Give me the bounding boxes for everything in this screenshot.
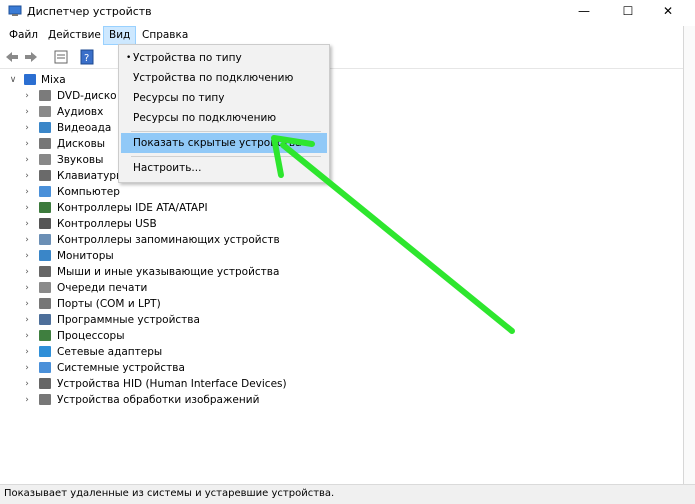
adjacent-window-edge (683, 26, 695, 484)
status-bar: Показывает удаленные из системы и устаре… (0, 484, 695, 504)
status-text: Показывает удаленные из системы и устаре… (4, 488, 335, 499)
annotation-arrow-icon (271, 135, 515, 334)
